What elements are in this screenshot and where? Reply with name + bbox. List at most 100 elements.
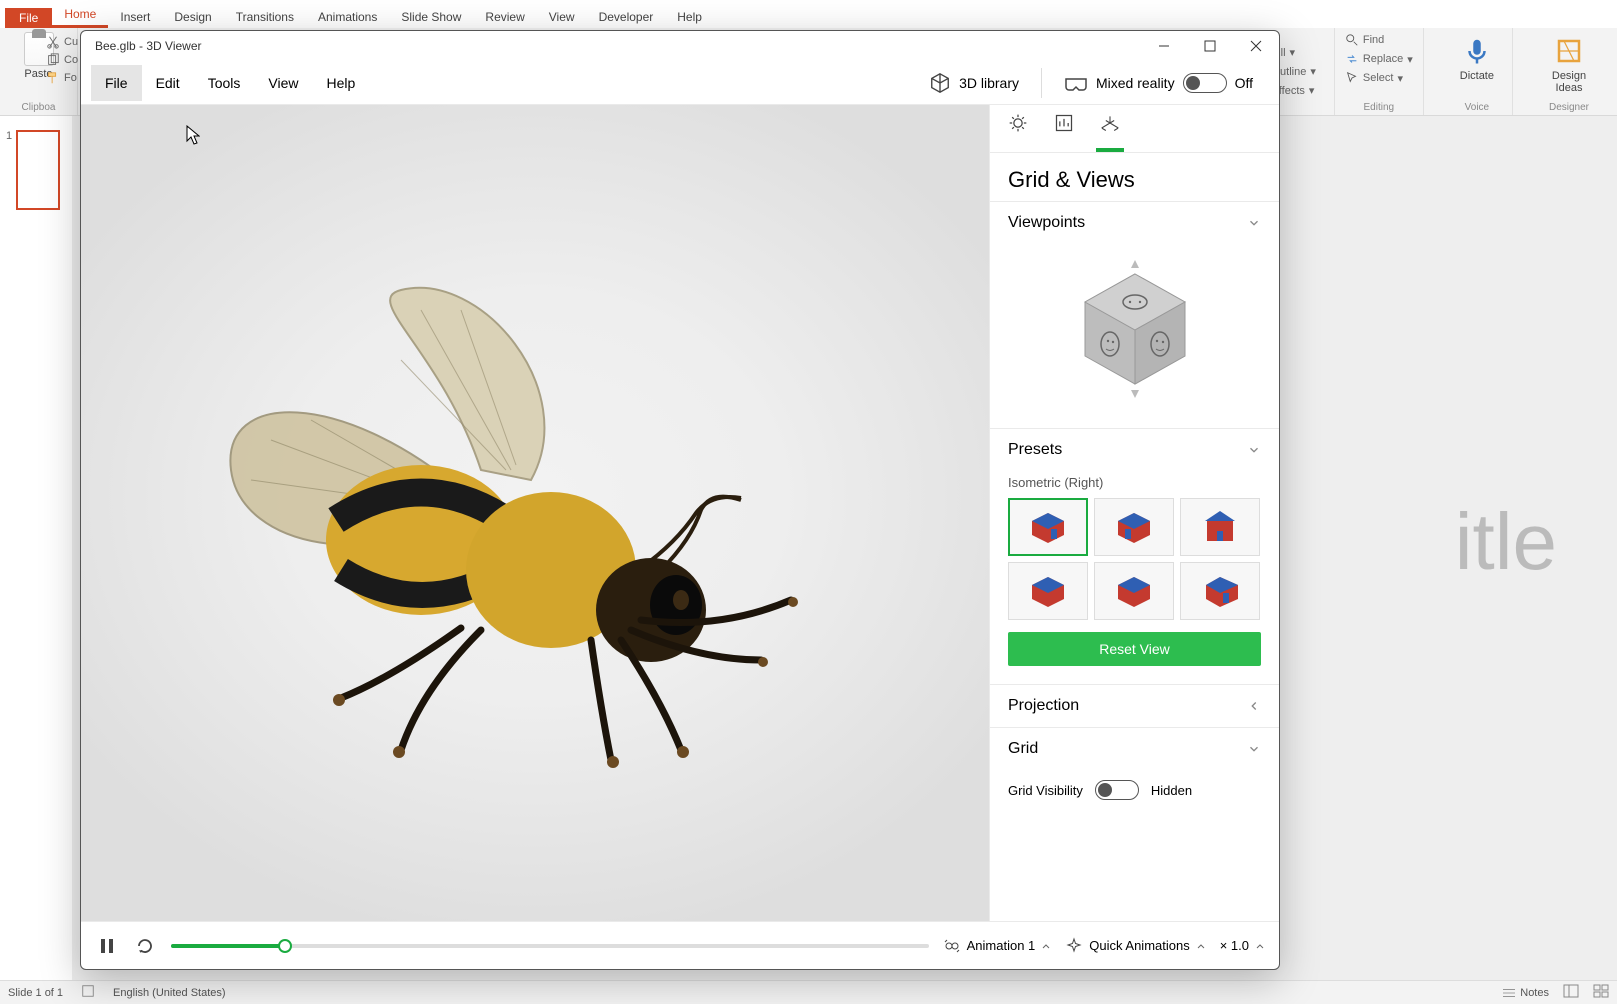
format-painter-icon xyxy=(46,71,60,85)
window-titlebar[interactable]: Bee.glb - 3D Viewer xyxy=(81,31,1279,61)
tab-view[interactable]: View xyxy=(537,6,587,28)
close-icon xyxy=(1250,40,1262,52)
normal-view-icon[interactable] xyxy=(1563,984,1579,1001)
notes-button[interactable]: Notes xyxy=(1502,987,1549,999)
slide-sorter-view-icon[interactable] xyxy=(1593,984,1609,1001)
minimize-button[interactable] xyxy=(1141,31,1187,61)
replace-button[interactable]: Replace▾ xyxy=(1345,51,1413,67)
chevron-down-icon: ▾ xyxy=(1310,65,1316,78)
preset-label: Isometric (Right) xyxy=(990,471,1279,498)
copy-button[interactable]: Co xyxy=(46,52,78,68)
grid-state-label: Hidden xyxy=(1151,783,1192,798)
reset-view-button[interactable]: Reset View xyxy=(1008,632,1261,666)
menu-view[interactable]: View xyxy=(254,65,312,101)
maximize-icon xyxy=(1204,40,1216,52)
maximize-button[interactable] xyxy=(1187,31,1233,61)
chevron-down-icon: ▾ xyxy=(1309,84,1315,97)
chevron-up-icon xyxy=(1196,941,1206,951)
preset-back-right[interactable] xyxy=(1008,562,1088,620)
chevron-down-icon: ▾ xyxy=(1290,46,1296,59)
language-indicator[interactable]: English (United States) xyxy=(113,987,226,999)
animation-timeline[interactable] xyxy=(171,944,929,948)
presets-section-header[interactable]: Presets xyxy=(990,429,1279,471)
design-ideas-icon xyxy=(1554,36,1584,66)
divider xyxy=(1041,68,1042,98)
close-button[interactable] xyxy=(1233,31,1279,61)
spellcheck-icon[interactable] xyxy=(81,984,95,1001)
speed-selector[interactable]: × 1.0 xyxy=(1220,938,1265,953)
tab-design[interactable]: Design xyxy=(162,6,223,28)
notes-icon xyxy=(1502,987,1516,999)
mr-toggle-switch[interactable] xyxy=(1183,73,1227,93)
pp-ribbon-tabs: File Home Insert Design Transitions Anim… xyxy=(0,0,1617,28)
preset-side[interactable] xyxy=(1180,562,1260,620)
viewcube-widget[interactable] xyxy=(990,244,1279,428)
sparkle-icon xyxy=(1065,937,1083,955)
pp-status-bar: Slide 1 of 1 English (United States) Not… xyxy=(0,980,1617,1004)
grid-visibility-toggle[interactable] xyxy=(1095,780,1139,800)
side-tab-stats[interactable] xyxy=(1054,113,1074,144)
copy-icon xyxy=(46,53,60,67)
tab-developer[interactable]: Developer xyxy=(587,6,666,28)
pause-button[interactable] xyxy=(95,934,119,958)
chevron-down-icon: ▾ xyxy=(1407,53,1413,66)
title-placeholder-text: itle xyxy=(1455,496,1557,588)
tab-insert[interactable]: Insert xyxy=(108,6,162,28)
cut-button[interactable]: Cu xyxy=(46,34,78,50)
chevron-down-icon xyxy=(1247,742,1261,756)
design-ideas-button[interactable]: Design Ideas xyxy=(1541,32,1597,98)
headset-icon xyxy=(1064,73,1088,93)
3d-library-button[interactable]: 3D library xyxy=(913,72,1035,94)
grid-visibility-label: Grid Visibility xyxy=(1008,783,1083,798)
bee-model[interactable] xyxy=(161,270,841,810)
minimize-icon xyxy=(1158,40,1170,52)
tab-help[interactable]: Help xyxy=(665,6,714,28)
voice-group-label: Voice xyxy=(1442,102,1512,113)
cube-icon xyxy=(929,72,951,94)
menu-tools[interactable]: Tools xyxy=(194,65,255,101)
mouse-cursor-icon xyxy=(186,125,200,145)
menu-file[interactable]: File xyxy=(91,65,142,101)
clipboard-group-label: Clipboa xyxy=(0,102,77,113)
timeline-thumb[interactable] xyxy=(278,939,292,953)
quick-animations-selector[interactable]: Quick Animations xyxy=(1065,937,1205,955)
preset-front[interactable] xyxy=(1180,498,1260,556)
grid-icon xyxy=(1100,113,1120,133)
select-icon xyxy=(1345,71,1359,85)
timeline-progress xyxy=(171,944,285,948)
chevron-left-icon xyxy=(1247,699,1261,713)
preset-iso-right[interactable] xyxy=(1008,498,1088,556)
preset-grid xyxy=(990,498,1279,620)
loop-button[interactable] xyxy=(133,934,157,958)
side-tab-environment[interactable] xyxy=(1008,113,1028,144)
slide-thumbnail-1[interactable] xyxy=(16,130,60,210)
dictate-button[interactable]: Dictate xyxy=(1452,32,1502,86)
preset-back-left[interactable] xyxy=(1094,562,1174,620)
viewpoints-section-header[interactable]: Viewpoints xyxy=(990,202,1279,244)
editing-group-label: Editing xyxy=(1335,102,1423,113)
preset-iso-left[interactable] xyxy=(1094,498,1174,556)
tab-file[interactable]: File xyxy=(5,8,52,28)
animation-icon xyxy=(943,937,961,955)
slide-thumbnail-pane[interactable]: 1 xyxy=(0,116,72,980)
projection-section-header[interactable]: Projection xyxy=(990,685,1279,727)
tab-slideshow[interactable]: Slide Show xyxy=(389,6,473,28)
tab-animations[interactable]: Animations xyxy=(306,6,389,28)
animation-selector[interactable]: Animation 1 xyxy=(943,937,1052,955)
side-tab-grid-views[interactable] xyxy=(1100,113,1120,144)
menu-help[interactable]: Help xyxy=(312,65,369,101)
chevron-up-icon xyxy=(1041,941,1051,951)
chevron-down-icon xyxy=(1247,216,1261,230)
grid-section-header[interactable]: Grid xyxy=(990,728,1279,770)
mixed-reality-toggle[interactable]: Mixed reality Off xyxy=(1048,73,1269,93)
select-button[interactable]: Select▾ xyxy=(1345,70,1413,86)
find-button[interactable]: Find xyxy=(1345,32,1413,48)
panel-heading: Grid & Views xyxy=(990,153,1279,201)
tab-review[interactable]: Review xyxy=(473,6,536,28)
3d-viewport[interactable] xyxy=(81,105,989,921)
tab-home[interactable]: Home xyxy=(52,3,108,28)
format-painter-button[interactable]: Fo xyxy=(46,70,78,86)
tab-transitions[interactable]: Transitions xyxy=(224,6,306,28)
menu-edit[interactable]: Edit xyxy=(142,65,194,101)
slide-number: 1 xyxy=(6,130,12,210)
